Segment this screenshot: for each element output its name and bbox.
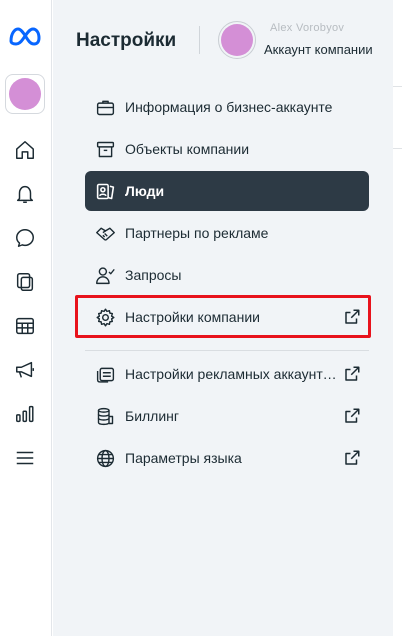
pages-icon[interactable] <box>12 269 38 295</box>
divider-line <box>393 86 402 87</box>
menu-item-label: Запросы <box>125 267 182 283</box>
content-area-edge <box>393 0 402 636</box>
menu-item-label: Биллинг <box>125 408 180 424</box>
page-title: Настройки <box>76 30 177 51</box>
user-check-icon <box>93 263 117 287</box>
header-divider <box>199 26 200 54</box>
app-root: Настройки Alex Vorobyov Аккаунт компании… <box>0 0 402 636</box>
menu-item-label: Параметры языка <box>125 450 242 466</box>
menu-item-label: Настройки рекламных аккаунтов <box>125 366 337 382</box>
people-icon <box>93 179 117 203</box>
menu-item-requests[interactable]: Запросы <box>85 255 369 295</box>
external-link-icon <box>345 450 360 465</box>
home-icon[interactable] <box>12 137 38 163</box>
chat-icon[interactable] <box>12 225 38 251</box>
menu-item-label: Информация о бизнес-аккаунте <box>125 99 333 115</box>
business-avatar[interactable] <box>218 21 256 59</box>
menu-item-label: Объекты компании <box>125 141 250 157</box>
business-account-subtitle: Аккаунт компании <box>264 42 373 57</box>
settings-panel: Настройки Alex Vorobyov Аккаунт компании… <box>53 0 393 636</box>
external-link-icon <box>345 408 360 423</box>
business-avatar-image <box>221 24 253 56</box>
menu-item-ad-partners[interactable]: Партнеры по рекламе <box>85 213 369 253</box>
handshake-icon <box>93 221 117 245</box>
table-icon[interactable] <box>12 313 38 339</box>
divider-line <box>393 148 402 149</box>
coins-icon <box>93 404 117 428</box>
meta-logo[interactable] <box>8 24 42 48</box>
external-link-icon <box>345 366 360 381</box>
menu-item-billing[interactable]: Биллинг <box>85 396 369 436</box>
analytics-icon[interactable] <box>12 401 38 427</box>
menu-item-business-info[interactable]: Информация о бизнес-аккаунте <box>85 87 369 127</box>
ad-accounts-icon <box>93 362 117 386</box>
menu-icon[interactable] <box>12 445 38 471</box>
bell-icon[interactable] <box>12 181 38 207</box>
menu-item-label: Люди <box>125 183 165 199</box>
business-account-name: Alex Vorobyov <box>270 22 345 34</box>
briefcase-icon <box>93 95 117 119</box>
left-nav-rail <box>0 0 52 636</box>
menu-divider <box>85 350 369 351</box>
menu-item-ad-account-settings[interactable]: Настройки рекламных аккаунтов <box>85 354 369 394</box>
highlight-box <box>75 295 371 338</box>
account-avatar <box>9 78 41 110</box>
box-icon <box>93 137 117 161</box>
menu-item-language[interactable]: Параметры языка <box>85 438 369 478</box>
globe-icon <box>93 446 117 470</box>
menu-item-business-assets[interactable]: Объекты компании <box>85 129 369 169</box>
menu-item-label: Партнеры по рекламе <box>125 225 269 241</box>
menu-item-people[interactable]: Люди <box>85 171 369 211</box>
megaphone-icon[interactable] <box>12 357 38 383</box>
account-switcher[interactable] <box>5 74 45 114</box>
